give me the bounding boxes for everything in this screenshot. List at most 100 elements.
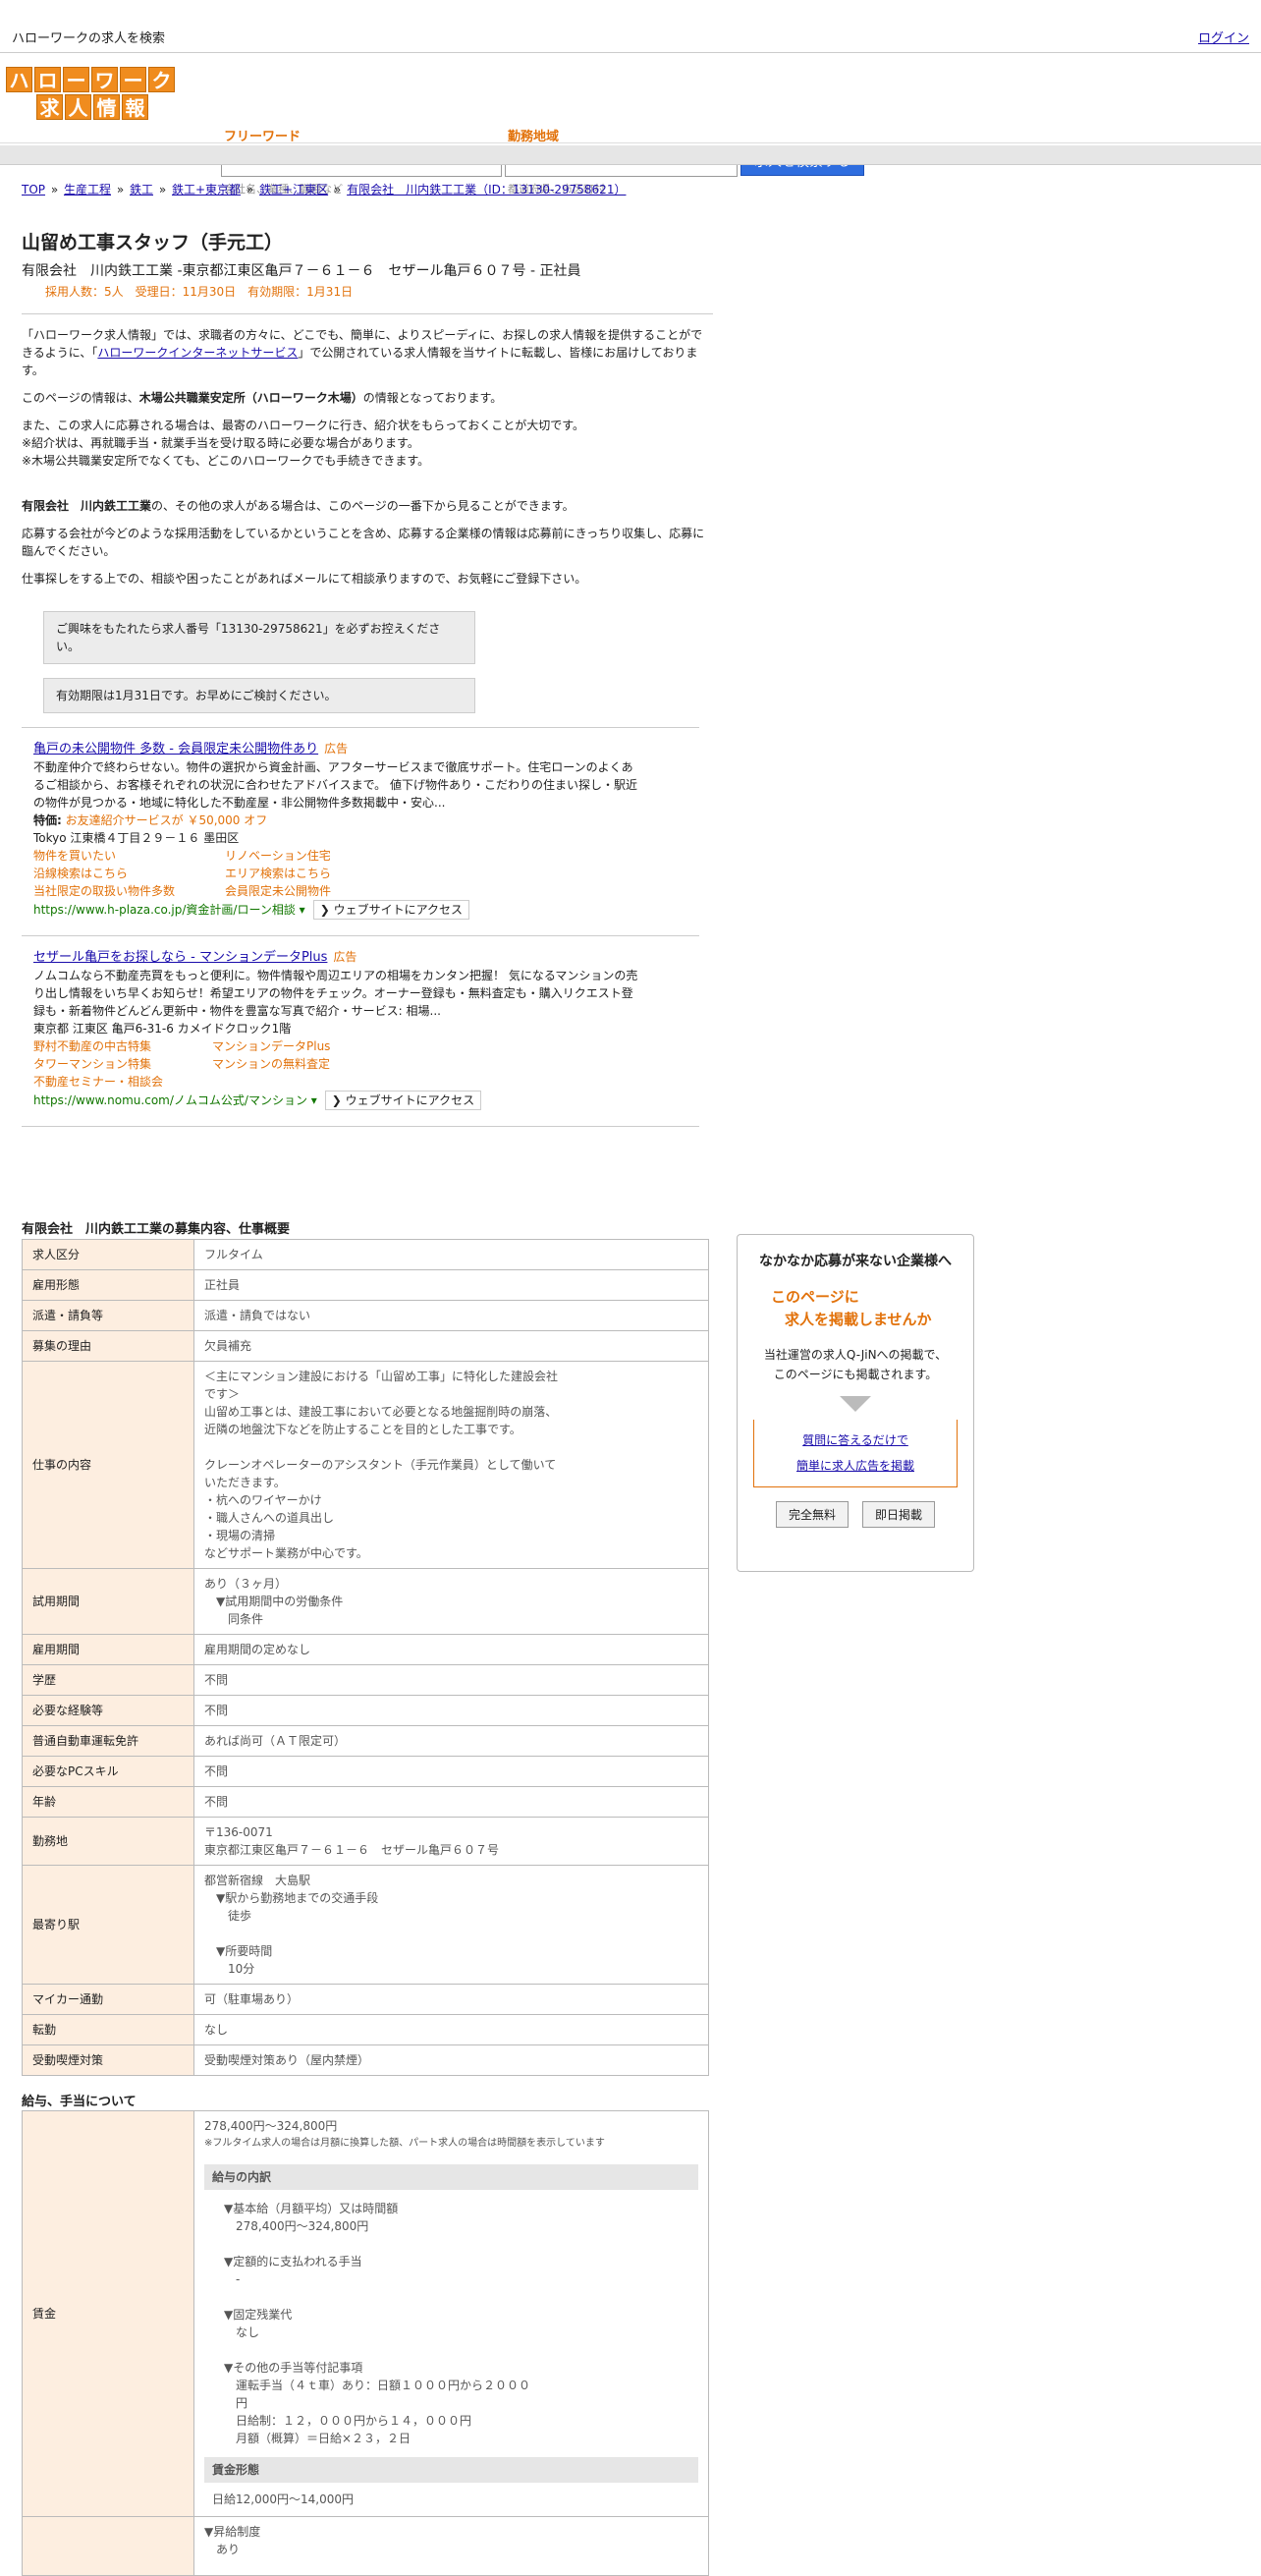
row-label: 必要な経験等 (22, 1695, 194, 1726)
ad-block: セザール亀戸をお探しなら - マンションデータPlus 広告 ノムコムなら不動産売… (33, 948, 713, 1110)
logo-char: ー (120, 67, 146, 92)
referral-line: ※紹介状は、再就職手当・就業手当を受け取る時に必要な場合があります。 (22, 436, 419, 450)
table-row: 雇用形態 正社員 (22, 1269, 709, 1301)
table-row: 普通自動車運転免許 あれば尚可（ＡＴ限定可） (22, 1725, 709, 1757)
free-button[interactable]: 完全無料 (775, 1501, 849, 1528)
row-label: 派遣・請負等 (22, 1300, 194, 1331)
job-table: 求人区分 フルタイム 雇用形態 正社員 派遣・請負等 派遣・請負ではない 募集の理由 欠員補充… (22, 1239, 709, 2076)
ad-sitelink[interactable]: タワーマンション特集 (33, 1055, 212, 1073)
info-paragraph: 応募する会社が今どのような採用活動をしているかということを含め、応募する企業様の… (22, 527, 705, 558)
table-row: 学歴 不問 (22, 1664, 709, 1696)
row-value: 不問 (193, 1786, 709, 1818)
ad-sitelink[interactable]: 野村不動産の中古特集 (33, 1037, 212, 1055)
breadcrumb-link[interactable]: 鉄工+東京都 (172, 183, 241, 196)
page-title: 山留め工事スタッフ（手元工） (22, 232, 284, 253)
row-label: 年齢 (22, 1786, 194, 1818)
promo-link[interactable]: 簡単に求人広告を掲載 (796, 1459, 914, 1473)
referral-line: ※木場公共職業安定所でなくても、どこのハローワークでも手続きできます。 (22, 454, 430, 468)
ad-sitelink[interactable]: 物件を買いたい (33, 847, 225, 865)
deadline-note: 有効期限は1月31日です。お早めにご検討ください。 (43, 678, 475, 713)
freeword-label: フリーワード (224, 130, 302, 144)
ad-sitelink[interactable]: 会員限定未公開物件 (225, 882, 421, 900)
wage-form-value: 日給12,000円〜14,000円 (212, 2492, 354, 2506)
table-row: 最寄り駅 都営新宿線 大島駅 ▼駅から勤務地までの交通手段 徒歩 ▼所要時間 10… (22, 1865, 709, 1985)
ad-title[interactable]: セザール亀戸をお探しなら - マンションデータPlus (33, 950, 327, 965)
table-row: 派遣・請負等 派遣・請負ではない (22, 1300, 709, 1331)
wage-table: 賃金 278,400円〜324,800円 ※フルタイム求人の場合は月額に換算した… (22, 2110, 709, 2576)
ad-sitelinks: 野村不動産の中古特集 マンションデータPlus タワーマンション特集 マンションの無料… (33, 1037, 713, 1091)
promo-link[interactable]: 質問に答えるだけで (802, 1433, 908, 1447)
table-row: 試用期間 あり（３ヶ月） ▼試用期間中の労働条件 同条件 (22, 1568, 709, 1635)
row-value: フルタイム (193, 1239, 709, 1270)
breadcrumb-separator: » (330, 183, 346, 196)
employer-promo: なかなか応募が来ない企業様へ このページに 求人を掲載しませんか 当社運営の求人… (737, 1234, 974, 1572)
logo-char: 求 (36, 94, 63, 120)
job-subtitle: 有限会社 川内鉄工工業 -東京都江東区亀戸７－６１－６ セザール亀戸６０７号 -… (22, 263, 581, 279)
table-row: 必要なPCスキル 不問 (22, 1756, 709, 1787)
login-link[interactable]: ログイン (1198, 28, 1249, 46)
wage-breakdown-title: 給与の内訳 (204, 2164, 698, 2190)
ad-tag: 広告 (324, 742, 349, 756)
row-label: 仕事の内容 (22, 1361, 194, 1569)
referral-line: また、この求人に応募される場合は、最寄のハローワークに行き、紹介状をもらっておく… (22, 419, 585, 432)
section-title: 有限会社 川内鉄工工業の募集内容、仕事概要 (22, 1222, 291, 1237)
row-value: 欠員補充 (193, 1330, 709, 1362)
table-row: 勤務地 〒136-0071 東京都江東区亀戸７－６１－６ セザール亀戸６０７号 (22, 1817, 709, 1866)
ad-sitelink[interactable]: 不動産セミナー・相談会 (33, 1073, 212, 1091)
ad-sitelink[interactable]: マンションデータPlus (212, 1037, 409, 1055)
breadcrumb-separator: » (113, 183, 128, 196)
logo-char: ロ (34, 67, 61, 92)
breadcrumb: TOP » 生産工程 » 鉄工 » 鉄工+東京都 » 鉄工+江東区 » 有限会社… (20, 181, 628, 197)
breadcrumb-link[interactable]: 鉄工+江東区 (259, 183, 328, 196)
table-row: 求人区分 フルタイム (22, 1239, 709, 1270)
breadcrumb-link[interactable]: TOP (22, 183, 45, 196)
row-value: 正社員 (193, 1269, 709, 1301)
table-row: マイカー通勤 可（駐車場あり） (22, 1984, 709, 2015)
breadcrumb-link[interactable]: 生産工程 (64, 183, 111, 196)
wage-label: 賃金 (22, 2110, 194, 2517)
hellowork-link[interactable]: ハローワークインターネットサービス (97, 346, 298, 360)
row-label: 求人区分 (22, 1239, 194, 1270)
section-title: 給与、手当について (22, 2095, 137, 2109)
row-value: 不問 (193, 1756, 709, 1787)
promo-heading: なかなか応募が来ない企業様へ (759, 1254, 952, 1269)
header-divider (0, 145, 1261, 165)
location-label: 勤務地域 (508, 130, 560, 144)
row-value: 派遣・請負ではない (193, 1300, 709, 1331)
wage-note: ※フルタイム求人の場合は月額に換算した額、パート求人の場合は時間額を表示していま… (204, 2138, 605, 2149)
same-day-button[interactable]: 即日掲載 (862, 1501, 936, 1528)
ad-sitelinks: 物件を買いたい リノベーション住宅 沿線検索はこちら エリア検索はこちら 当社限定の取扱… (33, 847, 713, 900)
ad-visit-button[interactable]: ❯ ウェブサイトにアクセス (324, 1091, 482, 1110)
table-row: 募集の理由 欠員補充 (22, 1330, 709, 1362)
ad-visit-button[interactable]: ❯ ウェブサイトにアクセス (312, 900, 469, 920)
ad-sitelink[interactable]: 沿線検索はこちら (33, 865, 225, 882)
wage-form-title: 賃金形態 (204, 2457, 698, 2483)
logo-char: 情 (93, 94, 120, 120)
breadcrumb-link[interactable]: 鉄工 (130, 183, 153, 196)
consult-paragraph: 仕事探しをする上での、相談や困ったことがあればメールにて相談承りますので、お気軽… (22, 572, 587, 586)
ad-block: 亀戸の未公開物件 多数 - 会員限定未公開物件あり 広告 不動産仲介で終わらせない… (33, 740, 713, 920)
ad-sitelink[interactable]: リノベーション住宅 (225, 847, 421, 865)
ad-sitelink[interactable]: マンションの無料査定 (212, 1055, 409, 1073)
row-value: なし (193, 2014, 709, 2045)
logo-char: 報 (122, 94, 148, 120)
row-value: 可（駐車場あり） (193, 1984, 709, 2015)
row-value: 不問 (193, 1664, 709, 1696)
ad-sitelink[interactable]: 当社限定の取扱い物件多数 (33, 882, 225, 900)
breadcrumb-link[interactable]: 有限会社 川内鉄工工業（ID：13130-29758621） (347, 183, 626, 196)
row-value: 〒136-0071 東京都江東区亀戸７－６１－６ セザール亀戸６０７号 (193, 1817, 709, 1866)
ad-title[interactable]: 亀戸の未公開物件 多数 - 会員限定未公開物件あり (33, 742, 318, 756)
other-jobs-paragraph: 有限会社 川内鉄工工業の、その他の求人がある場合は、このページの一番下から見るこ… (22, 499, 575, 513)
ad-address: Tokyo 江東橋４丁目２９－１６ 墨田区 (33, 831, 240, 845)
ad-url[interactable]: https://www.nomu.com/ノムコム公式/マンション (33, 1093, 307, 1107)
search-header: ハローワーク 求人情報 フリーワード 勤務地域 会社名、業種、職種など 都道府県… (0, 53, 1261, 196)
referral-paragraph: また、この求人に応募される場合は、最寄のハローワークに行き、紹介状をもらっておく… (22, 417, 713, 470)
ad-url[interactable]: https://www.h-plaza.co.jp/資金計画/ローン相談 (33, 903, 296, 917)
site-logo[interactable]: ハローワーク 求人情報 (6, 67, 179, 122)
table-row: 仕事の内容 ＜主にマンション建設における「山留め工事」に特化した建設会社 です＞ 山留… (22, 1361, 709, 1569)
row-label: 募集の理由 (22, 1330, 194, 1362)
promo-offer: このページに (771, 1288, 859, 1306)
logo-char: ハ (6, 67, 32, 92)
row-label: 勤務地 (22, 1817, 194, 1866)
ad-sitelink[interactable]: エリア検索はこちら (225, 865, 421, 882)
